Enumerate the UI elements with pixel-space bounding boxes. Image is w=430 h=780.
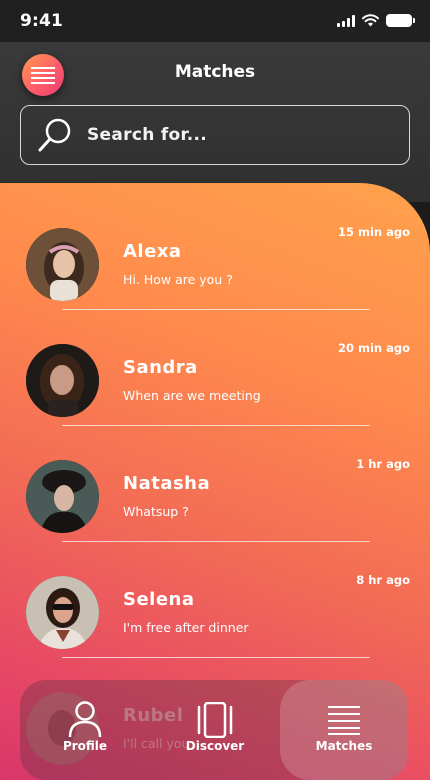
phone-screen: 9:41 Matches Search for... Alexa Hi. How… xyxy=(0,0,430,780)
tab-label: Discover xyxy=(185,739,245,753)
avatar xyxy=(26,576,99,649)
contact-name: Alexa xyxy=(123,241,182,262)
tab-discover[interactable]: Discover xyxy=(150,680,280,780)
avatar xyxy=(26,344,99,417)
bottom-navigation: Profile Discover Matches xyxy=(20,680,408,780)
message-time: 15 min ago xyxy=(337,225,410,239)
tab-matches[interactable]: Matches xyxy=(280,680,408,780)
wifi-icon xyxy=(362,14,379,27)
message-time: 1 hr ago xyxy=(356,457,410,471)
page-title: Matches xyxy=(174,62,256,82)
avatar xyxy=(26,460,99,533)
battery-icon xyxy=(386,14,415,27)
divider xyxy=(62,309,370,310)
divider xyxy=(62,541,370,542)
avatar xyxy=(26,228,99,301)
search-placeholder: Search for... xyxy=(87,125,208,145)
chat-item[interactable]: Natasha Whatsup ? 1 hr ago xyxy=(0,457,430,576)
search-icon xyxy=(38,118,71,152)
contact-name: Selena xyxy=(123,589,195,610)
status-time: 9:41 xyxy=(20,11,64,31)
tab-label: Matches xyxy=(315,739,373,753)
last-message: Hi. How are you ? xyxy=(123,272,233,287)
chat-item[interactable]: Selena I'm free after dinner 8 hr ago xyxy=(0,573,430,692)
list-icon xyxy=(328,706,360,735)
chat-item[interactable]: Sandra When are we meeting 20 min ago xyxy=(0,341,430,460)
last-message: When are we meeting xyxy=(123,388,261,403)
divider xyxy=(62,657,370,658)
divider xyxy=(62,425,370,426)
cellular-signal-icon xyxy=(337,14,355,27)
person-icon xyxy=(68,701,102,738)
app-header: Matches Search for... xyxy=(0,42,430,202)
last-message: I'm free after dinner xyxy=(123,620,249,635)
search-input[interactable]: Search for... xyxy=(20,105,410,165)
last-message: Whatsup ? xyxy=(123,504,189,519)
tab-label: Profile xyxy=(62,739,108,753)
status-bar: 9:41 xyxy=(0,0,430,42)
cards-icon xyxy=(197,702,233,738)
contact-name: Sandra xyxy=(123,357,198,378)
status-icons xyxy=(337,14,415,27)
message-time: 20 min ago xyxy=(337,341,410,355)
tab-profile[interactable]: Profile xyxy=(20,680,150,780)
chat-item[interactable]: Alexa Hi. How are you ? 15 min ago xyxy=(0,225,430,344)
message-time: 8 hr ago xyxy=(356,573,410,587)
contact-name: Natasha xyxy=(123,473,211,494)
